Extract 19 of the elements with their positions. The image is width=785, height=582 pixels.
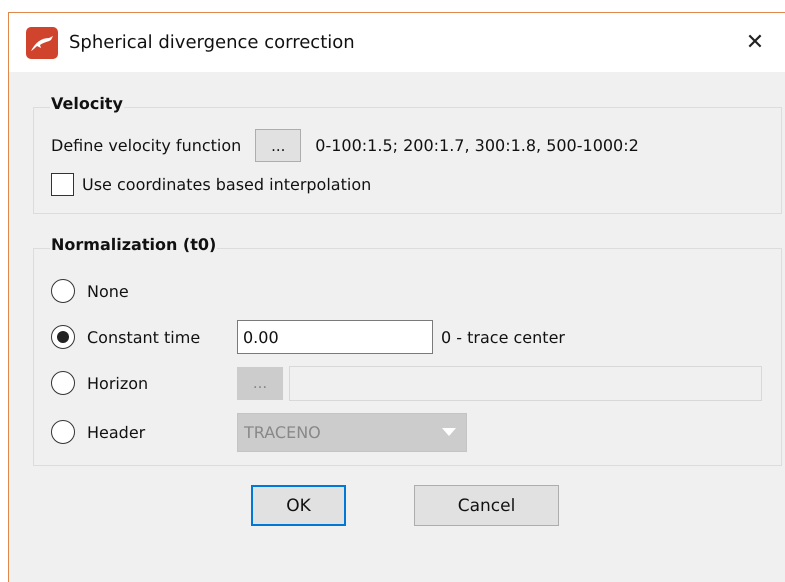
dialog-button[interactable]: Cancel	[414, 485, 559, 526]
browse-button[interactable]: ...	[255, 129, 302, 162]
radio-option[interactable]: None	[51, 279, 231, 303]
field-label: Define velocity function	[51, 136, 242, 155]
time-field[interactable]: 0.00	[237, 320, 433, 354]
velocity-value: 0-100:1.5; 200:1.7, 300:1.8, 500-1000:2	[315, 136, 639, 155]
checkbox-label: Use coordinates based interpolation	[82, 175, 372, 194]
dialog-button[interactable]: OK	[251, 485, 346, 526]
radio-option[interactable]: Constant time	[51, 325, 231, 349]
caret-icon	[442, 428, 456, 436]
window-title: Spherical divergence correction	[69, 32, 356, 53]
group-title: Normalization (t0)	[50, 235, 218, 254]
dolphin-icon	[26, 26, 58, 58]
group-title: Velocity	[50, 94, 124, 113]
radio-button[interactable]	[51, 325, 75, 349]
radio-button[interactable]	[51, 279, 75, 303]
hint-text: 0 - trace center	[441, 328, 565, 346]
checkbox[interactable]	[51, 173, 74, 196]
close-button[interactable]: ✕	[735, 30, 775, 55]
